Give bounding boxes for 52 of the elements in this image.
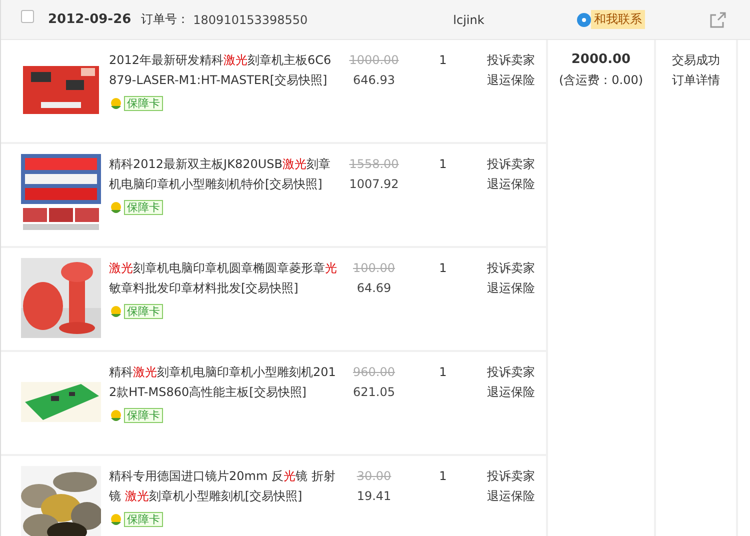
product-title[interactable]: 精科2012最新双主板JK820USB激光刻章机电脑印章机小型雕刻机特价[交易快照]: [109, 154, 337, 194]
action-link[interactable]: 退运保险: [487, 486, 535, 506]
contact-button[interactable]: 和我联系: [591, 10, 646, 29]
price: 621.05: [353, 384, 395, 401]
product-title[interactable]: 精科专用德国进口镜片20mm 反光镜 折射镜 激光刻章机小型雕刻机[交易快照]: [109, 466, 337, 506]
guarantee-card-link[interactable]: 保障卡: [124, 200, 163, 215]
order-status: 交易成功: [672, 52, 720, 69]
action-link[interactable]: 投诉卖家: [487, 466, 535, 486]
guarantee-card-link[interactable]: 保障卡: [124, 304, 163, 319]
action-link[interactable]: 投诉卖家: [487, 50, 535, 70]
guarantee-card-link[interactable]: 保障卡: [124, 408, 163, 423]
flower-icon: [109, 304, 123, 318]
order-number-label: 订单号：: [141, 11, 190, 28]
quantity: 1: [438, 468, 448, 485]
action-link[interactable]: 退运保险: [487, 278, 535, 298]
original-price: 30.00: [356, 468, 392, 485]
product-title[interactable]: 激光刻章机电脑印章机圆章椭圆章菱形章光 敏章料批发印章材料批发[交易快照]: [109, 258, 337, 298]
seller-name[interactable]: lcjink: [453, 12, 578, 26]
flower-icon: [109, 512, 123, 526]
action-link[interactable]: 退运保险: [487, 174, 535, 194]
price: 64.69: [356, 280, 392, 297]
checkbox[interactable]: [21, 10, 34, 23]
quantity: 1: [438, 156, 448, 173]
price: 1007.92: [349, 176, 399, 193]
action-link[interactable]: 投诉卖家: [487, 154, 535, 174]
product-title[interactable]: 精科激光刻章机电脑印章机小型雕刻机2012款HT-MS860高性能主板[交易快照]: [109, 362, 337, 402]
price: 19.41: [356, 488, 392, 505]
flower-icon: [109, 408, 123, 422]
product-title[interactable]: 2012年最新研发精科激光刻章机主板6C6879-LASER-M1:HT-MASTER[交易快照]: [109, 50, 337, 90]
total-amount: 2000.00: [571, 51, 631, 69]
quantity: 1: [438, 260, 448, 277]
order-details-link[interactable]: 订单详情: [672, 70, 720, 90]
order-date: 2012-09-26: [48, 12, 132, 27]
original-price: 1558.00: [349, 156, 399, 173]
original-price: 1000.00: [349, 52, 399, 69]
shipping-fee: (含运费：0.00): [558, 72, 644, 89]
action-link[interactable]: 退运保险: [487, 70, 535, 90]
price: 646.93: [353, 72, 395, 89]
quantity: 1: [438, 364, 448, 381]
flower-icon: [109, 96, 123, 110]
original-price: 100.00: [353, 260, 395, 277]
original-price: 960.00: [353, 364, 395, 381]
guarantee-card-link[interactable]: 保障卡: [124, 512, 163, 527]
share-icon[interactable]: [710, 12, 726, 28]
quantity: 1: [438, 52, 448, 69]
action-link[interactable]: 投诉卖家: [487, 258, 535, 278]
action-link[interactable]: 退运保险: [487, 382, 535, 402]
flower-icon: [109, 200, 123, 214]
chat-icon: [577, 12, 592, 26]
order-number: 180910153398550: [193, 12, 309, 26]
guarantee-card-link[interactable]: 保障卡: [124, 96, 163, 111]
action-link[interactable]: 投诉卖家: [487, 362, 535, 382]
